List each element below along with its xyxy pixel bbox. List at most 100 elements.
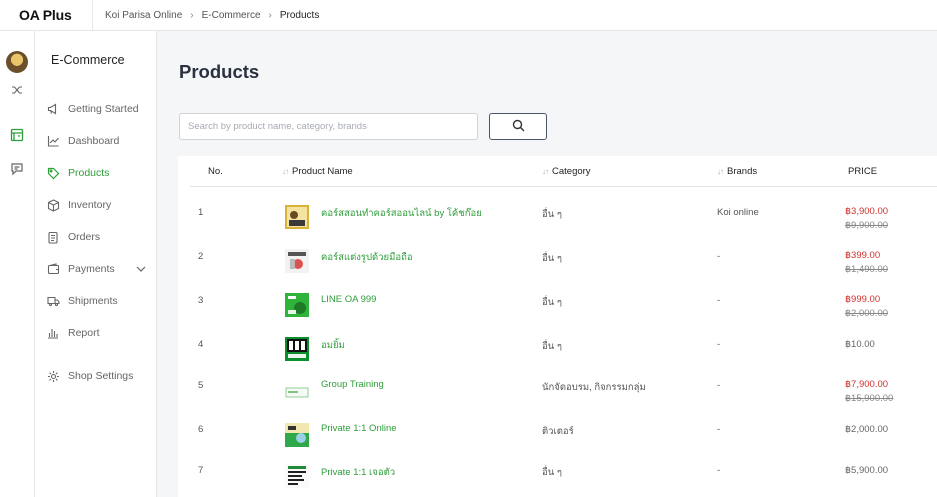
chat-icon[interactable] xyxy=(9,161,25,177)
table-row[interactable]: 5 Group Training นักจัดอบรม, กิจกรรมกลุ่… xyxy=(178,376,937,420)
original-price: ฿9,900.00 xyxy=(845,220,889,231)
breadcrumb-item-shop[interactable]: Koi Parisa Online xyxy=(105,10,182,21)
product-category: ติวเตอร์ xyxy=(542,426,574,437)
sidebar-item-label: Products xyxy=(68,167,110,179)
sidebar-item-label: Shipments xyxy=(68,295,118,307)
chevron-down-icon[interactable] xyxy=(136,263,146,275)
product-price: ฿3,900.00 ฿9,900.00 xyxy=(845,206,888,231)
table-row[interactable]: 4 อมยิ้ม อื่น ๆ - ฿10.00 xyxy=(178,332,937,376)
product-name-link[interactable]: LINE OA 999 xyxy=(321,294,376,305)
row-number: 6 xyxy=(198,424,204,435)
sale-price: ฿7,900.00 xyxy=(845,379,889,390)
product-name-link[interactable]: Group Training xyxy=(321,379,384,390)
price: ฿2,000.00 xyxy=(845,424,889,435)
sidebar-item-label: Dashboard xyxy=(68,135,120,147)
truck-icon xyxy=(46,294,60,308)
product-name-link[interactable]: Private 1:1 Online xyxy=(321,423,397,434)
product-thumbnail xyxy=(285,380,309,404)
sidebar-item-inventory[interactable]: Inventory xyxy=(46,195,154,215)
sort-icon: ↓↑ xyxy=(282,167,289,176)
sale-price: ฿999.00 xyxy=(845,294,881,305)
row-number: 5 xyxy=(198,380,204,391)
table-row[interactable]: 6 Private 1:1 Online ติวเตอร์ - ฿2,000.0… xyxy=(178,420,937,464)
sidebar-item-label: Report xyxy=(68,327,100,339)
megaphone-icon xyxy=(46,102,60,116)
bar-chart-icon xyxy=(46,326,60,340)
product-category: อื่น ๆ xyxy=(542,467,562,478)
clipboard-icon xyxy=(46,230,60,244)
sidebar: E-Commerce Getting Started Dashboard Pro… xyxy=(35,31,157,497)
sidebar-item-report[interactable]: Report xyxy=(46,323,154,343)
table-row[interactable]: 1 คอร์สสอนทำคอร์สออนไลน์ by โค้ชก๊อย อื่… xyxy=(178,200,937,244)
product-category: อื่น ๆ xyxy=(542,209,562,220)
chart-line-icon xyxy=(46,134,60,148)
price: ฿10.00 xyxy=(845,339,875,350)
icon-rail xyxy=(0,31,35,497)
product-brand: - xyxy=(717,295,721,306)
box-icon xyxy=(46,198,60,212)
column-header-no: No. xyxy=(208,166,223,177)
row-number: 4 xyxy=(198,339,204,350)
original-price: ฿15,900.00 xyxy=(845,393,894,404)
sidebar-item-getting-started[interactable]: Getting Started xyxy=(46,99,154,119)
sort-icon: ↓↑ xyxy=(717,167,724,176)
sale-price: ฿399.00 xyxy=(845,250,881,261)
row-number: 7 xyxy=(198,465,204,476)
product-thumbnail xyxy=(285,205,309,229)
original-price: ฿1,490.00 xyxy=(845,264,889,275)
product-category: นักจัดอบรม, กิจกรรมกลุ่ม xyxy=(542,382,646,393)
product-price: ฿2,000.00 xyxy=(845,424,888,435)
product-price: ฿7,900.00 ฿15,900.00 xyxy=(845,379,893,404)
product-price: ฿5,900.00 xyxy=(845,465,888,476)
app-logo[interactable]: OA Plus xyxy=(0,0,93,31)
avatar[interactable] xyxy=(6,51,28,73)
sidebar-item-payments[interactable]: Payments xyxy=(46,259,154,279)
sidebar-title: E-Commerce xyxy=(51,53,125,67)
sidebar-item-shipments[interactable]: Shipments xyxy=(46,291,154,311)
sidebar-item-shop-settings[interactable]: Shop Settings xyxy=(46,366,154,386)
product-thumbnail xyxy=(285,293,309,317)
search-input[interactable] xyxy=(179,113,478,140)
product-thumbnail xyxy=(285,337,309,361)
sidebar-item-label: Payments xyxy=(68,263,115,275)
table-row[interactable]: 3 LINE OA 999 อื่น ๆ - ฿999.00 ฿2,000.00 xyxy=(178,288,937,332)
search-button[interactable] xyxy=(489,113,547,140)
breadcrumb: Koi Parisa Online › E-Commerce › Product… xyxy=(93,10,319,21)
price: ฿5,900.00 xyxy=(845,465,889,476)
table-row[interactable]: 7 Private 1:1 เจอตัว อื่น ๆ - ฿5,900.00 xyxy=(178,461,937,497)
column-header-product-name[interactable]: ↓↑ Product Name xyxy=(282,166,353,177)
product-name-link[interactable]: Private 1:1 เจอตัว xyxy=(321,465,395,480)
product-brand: Koi online xyxy=(717,207,759,218)
product-price: ฿399.00 ฿1,490.00 xyxy=(845,250,888,275)
product-category: อื่น ๆ xyxy=(542,341,562,352)
table-header: No. ↓↑ Product Name ↓↑ Category ↓↑ Brands P… xyxy=(190,156,937,187)
chevron-right-icon: › xyxy=(268,9,272,21)
column-header-category[interactable]: ↓↑ Category xyxy=(542,166,591,177)
sidebar-item-label: Orders xyxy=(68,231,101,243)
product-name-link[interactable]: อมยิ้ม xyxy=(321,338,345,353)
product-brand: - xyxy=(717,424,721,435)
breadcrumb-item-ecommerce[interactable]: E-Commerce xyxy=(202,10,261,21)
top-bar: OA Plus Koi Parisa Online › E-Commerce ›… xyxy=(0,0,937,31)
gear-icon xyxy=(46,369,60,383)
sidebar-item-products[interactable]: Products xyxy=(46,163,154,183)
breadcrumb-item-current: Products xyxy=(279,9,320,21)
store-icon[interactable] xyxy=(9,127,25,143)
product-brand: - xyxy=(717,339,721,350)
sidebar-item-orders[interactable]: Orders xyxy=(46,227,154,247)
chevron-right-icon: › xyxy=(190,9,194,21)
search-icon xyxy=(512,119,525,135)
product-brand: - xyxy=(717,465,721,476)
sidebar-item-label: Getting Started xyxy=(68,103,139,115)
shuffle-icon[interactable] xyxy=(9,82,25,98)
product-name-link[interactable]: คอร์สสอนทำคอร์สออนไลน์ by โค้ชก๊อย xyxy=(321,206,482,221)
product-price: ฿10.00 xyxy=(845,339,875,350)
product-brand: - xyxy=(717,380,721,391)
product-name-link[interactable]: คอร์สแต่งรูปด้วยมือถือ xyxy=(321,250,413,265)
table-row[interactable]: 2 คอร์สแต่งรูปด้วยมือถือ อื่น ๆ - ฿399.0… xyxy=(178,244,937,288)
sidebar-item-dashboard[interactable]: Dashboard xyxy=(46,131,154,151)
sidebar-item-label: Shop Settings xyxy=(68,370,134,382)
product-thumbnail xyxy=(285,464,309,488)
product-thumbnail xyxy=(285,423,309,447)
column-header-brands[interactable]: ↓↑ Brands xyxy=(717,166,757,177)
